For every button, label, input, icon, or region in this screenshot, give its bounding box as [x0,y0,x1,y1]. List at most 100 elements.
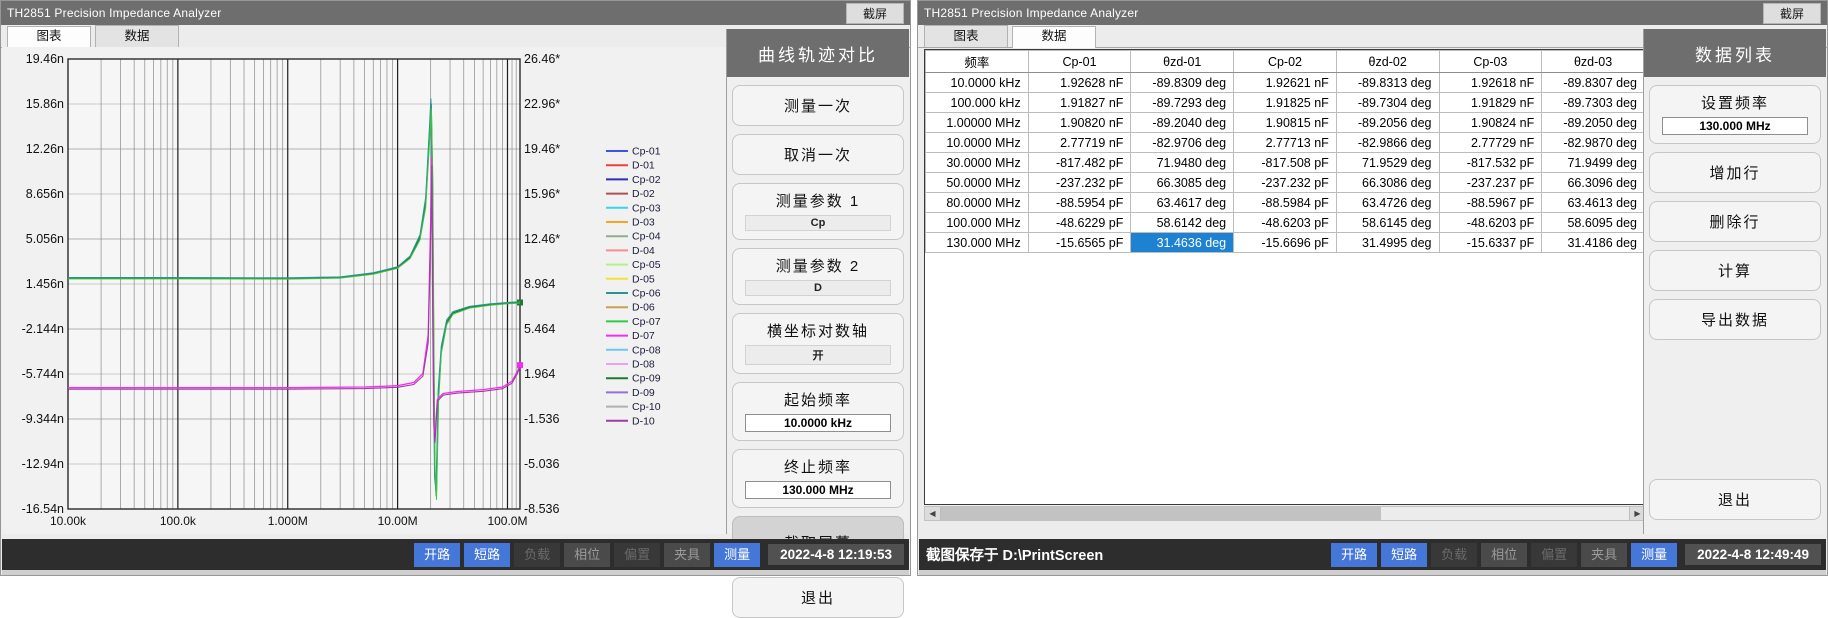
status-button-偏置[interactable]: 偏置 [614,543,660,567]
screenshot-button[interactable]: 截屏 [846,3,904,24]
status-button-开路[interactable]: 开路 [1331,543,1377,567]
table-cell[interactable]: 58.6095 deg [1542,213,1645,233]
status-button-短路[interactable]: 短路 [464,543,510,567]
set-frequency-button[interactable]: 设置频率 130.000 MHz [1649,85,1821,144]
table-cell[interactable]: 30.0000 MHz [926,153,1029,173]
table-cell[interactable]: -88.5954 pF [1028,193,1131,213]
table-cell[interactable]: 31.4636 deg [1131,233,1234,253]
status-button-夹具[interactable]: 夹具 [1581,543,1627,567]
table-cell[interactable]: -89.2056 deg [1336,113,1439,133]
status-button-相位[interactable]: 相位 [1481,543,1527,567]
status-button-测量[interactable]: 测量 [714,543,760,567]
table-cell[interactable]: -89.7304 deg [1336,93,1439,113]
start-frequency-button[interactable]: 起始频率 10.0000 kHz [732,382,904,441]
table-cell[interactable]: 66.3085 deg [1131,173,1234,193]
table-cell[interactable]: 1.90824 nF [1439,113,1542,133]
titlebar[interactable]: TH2851 Precision Impedance Analyzer 截屏 [918,1,1827,25]
table-cell[interactable]: 1.91825 nF [1234,93,1337,113]
table-cell[interactable]: -82.9870 deg [1542,133,1645,153]
table-cell[interactable]: -237.237 pF [1439,173,1542,193]
table-cell[interactable]: 66.3096 deg [1542,173,1645,193]
screenshot-button[interactable]: 截屏 [1763,3,1821,24]
table-cell[interactable]: 1.92618 nF [1439,73,1542,93]
stop-frequency-button[interactable]: 终止频率 130.000 MHz [732,449,904,508]
table-cell[interactable]: -817.532 pF [1439,153,1542,173]
table-cell[interactable]: 31.4995 deg [1336,233,1439,253]
table-cell[interactable]: -88.5984 pF [1234,193,1337,213]
table-cell[interactable]: -89.8313 deg [1336,73,1439,93]
cancel-once-button[interactable]: 取消一次 [732,134,904,175]
table-cell[interactable]: 71.9480 deg [1131,153,1234,173]
table-cell[interactable]: 100.000 MHz [926,213,1029,233]
table-cell[interactable]: -89.8307 deg [1542,73,1645,93]
table-cell[interactable]: 71.9499 deg [1542,153,1645,173]
table-cell[interactable]: -89.7293 deg [1131,93,1234,113]
table-cell[interactable]: 63.4726 deg [1336,193,1439,213]
tab-data[interactable]: 数据 [95,25,179,47]
table-cell[interactable]: -48.6203 pF [1439,213,1542,233]
table-cell[interactable]: -89.2050 deg [1542,113,1645,133]
tab-chart[interactable]: 图表 [7,26,91,48]
table-cell[interactable]: -237.232 pF [1028,173,1131,193]
table-cell[interactable]: 1.91829 nF [1439,93,1542,113]
set-frequency-input[interactable]: 130.000 MHz [1662,117,1808,135]
status-button-负载[interactable]: 负载 [1431,543,1477,567]
table-cell[interactable]: -48.6229 pF [1028,213,1131,233]
table-cell[interactable]: 1.92628 nF [1028,73,1131,93]
table-cell[interactable]: -89.7303 deg [1542,93,1645,113]
delete-row-button[interactable]: 删除行 [1649,201,1821,242]
exit-button[interactable]: 退出 [1649,479,1821,520]
measure-once-button[interactable]: 测量一次 [732,85,904,126]
table-cell[interactable]: -15.6565 pF [1028,233,1131,253]
titlebar[interactable]: TH2851 Precision Impedance Analyzer 截屏 [1,1,910,25]
table-cell[interactable]: -89.2040 deg [1131,113,1234,133]
table-cell[interactable]: 58.6145 deg [1336,213,1439,233]
log-x-axis-button[interactable]: 横坐标对数轴 开 [732,313,904,374]
table-cell[interactable]: 63.4613 deg [1542,193,1645,213]
scrollbar-thumb[interactable] [941,507,1381,520]
table-cell[interactable]: 2.77719 nF [1028,133,1131,153]
table-cell[interactable]: 50.0000 MHz [926,173,1029,193]
export-data-button[interactable]: 导出数据 [1649,299,1821,340]
status-button-开路[interactable]: 开路 [414,543,460,567]
table-cell[interactable]: -817.482 pF [1028,153,1131,173]
tab-data[interactable]: 数据 [1012,26,1096,48]
table-cell[interactable]: -15.6696 pF [1234,233,1337,253]
table-cell[interactable]: -15.6337 pF [1439,233,1542,253]
table-cell[interactable]: 2.77713 nF [1234,133,1337,153]
table-cell[interactable]: 1.90815 nF [1234,113,1337,133]
table-cell[interactable]: 130.000 MHz [926,233,1029,253]
table-cell[interactable]: 66.3086 deg [1336,173,1439,193]
table-cell[interactable]: 1.00000 MHz [926,113,1029,133]
measure-param2-button[interactable]: 测量参数 2 D [732,248,904,305]
exit-button[interactable]: 退出 [732,577,904,618]
stop-frequency-input[interactable]: 130.000 MHz [745,481,891,499]
table-cell[interactable]: 1.90820 nF [1028,113,1131,133]
scrollbar-track[interactable] [941,507,1629,520]
status-button-短路[interactable]: 短路 [1381,543,1427,567]
tab-chart[interactable]: 图表 [924,25,1008,47]
table-cell[interactable]: -82.9706 deg [1131,133,1234,153]
table-cell[interactable]: -88.5967 pF [1439,193,1542,213]
table-cell[interactable]: -82.9866 deg [1336,133,1439,153]
table-cell[interactable]: -89.8309 deg [1131,73,1234,93]
status-button-负载[interactable]: 负载 [514,543,560,567]
start-frequency-input[interactable]: 10.0000 kHz [745,414,891,432]
horizontal-scrollbar[interactable]: ◀ ▶ [924,506,1646,521]
table-cell[interactable]: 1.91827 nF [1028,93,1131,113]
table-cell[interactable]: 63.4617 deg [1131,193,1234,213]
table-cell[interactable]: 10.0000 MHz [926,133,1029,153]
table-cell[interactable]: 10.0000 kHz [926,73,1029,93]
table-cell[interactable]: 100.000 kHz [926,93,1029,113]
status-button-相位[interactable]: 相位 [564,543,610,567]
table-cell[interactable]: 58.6142 deg [1131,213,1234,233]
table-cell[interactable]: 31.4186 deg [1542,233,1645,253]
calculate-button[interactable]: 计算 [1649,250,1821,291]
table-cell[interactable]: 2.77729 nF [1439,133,1542,153]
table-cell[interactable]: -48.6203 pF [1234,213,1337,233]
add-row-button[interactable]: 增加行 [1649,152,1821,193]
table-cell[interactable]: -237.232 pF [1234,173,1337,193]
measure-param1-button[interactable]: 测量参数 1 Cp [732,183,904,240]
scroll-left-arrow[interactable]: ◀ [925,507,941,520]
table-cell[interactable]: 71.9529 deg [1336,153,1439,173]
